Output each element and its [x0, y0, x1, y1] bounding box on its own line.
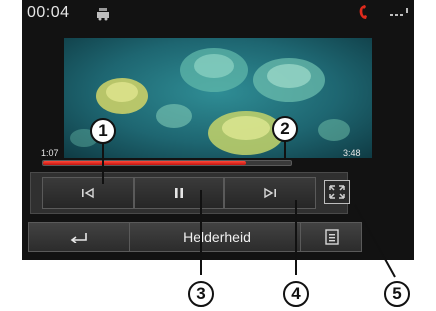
callout-3: 3 [188, 281, 214, 307]
callout-4: 4 [283, 281, 309, 307]
callout-2: 2 [272, 116, 298, 142]
callout-1: 1 [90, 118, 116, 144]
callout-5: 5 [384, 281, 410, 307]
callout-leader-lines [102, 141, 396, 278]
